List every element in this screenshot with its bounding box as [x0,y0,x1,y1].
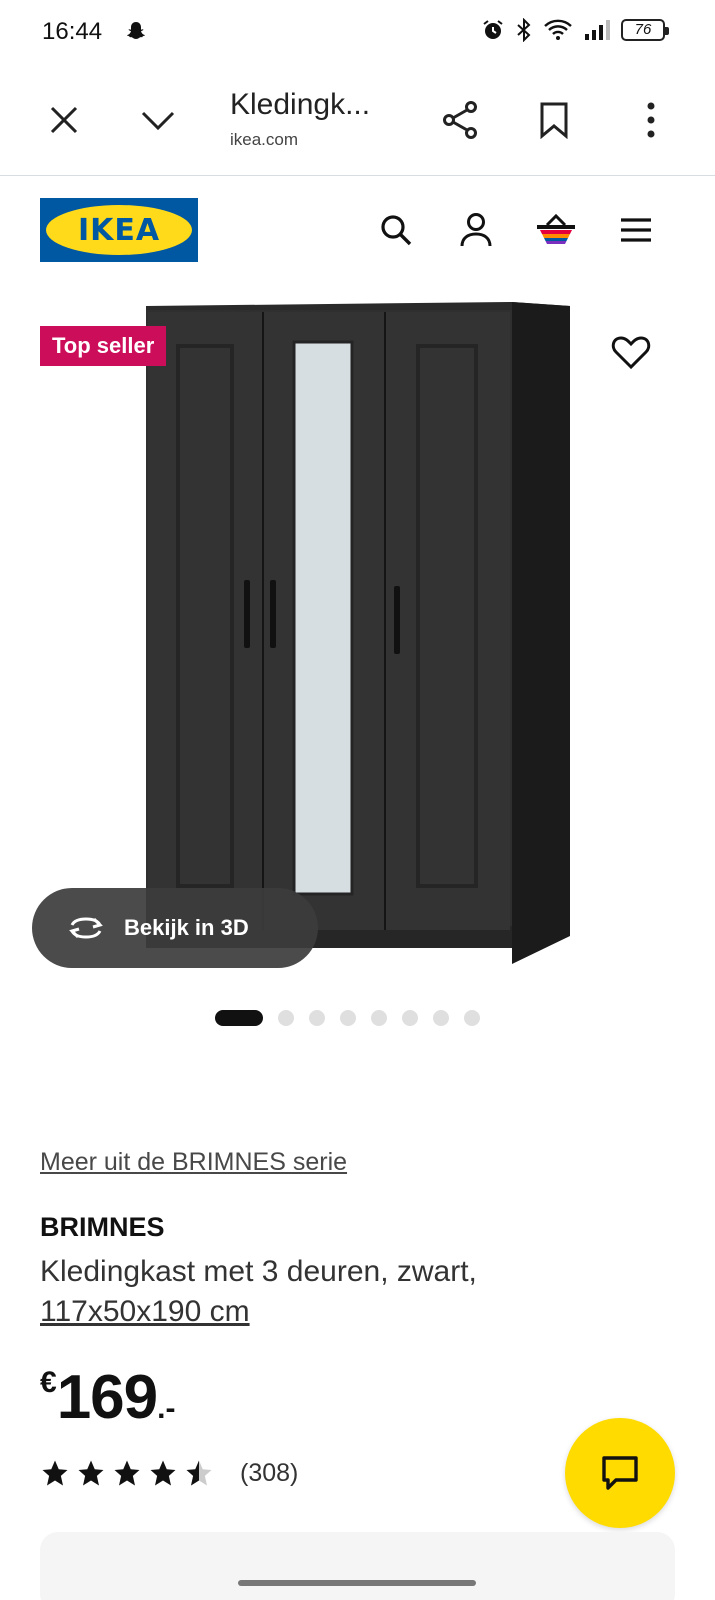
chat-icon [602,1456,638,1490]
star-full-icon [42,1460,68,1486]
page-title: Kledingk... [230,88,371,121]
product-price: €169.- [40,1362,175,1433]
alarm-icon [483,20,503,39]
search-icon[interactable] [372,206,420,254]
more-icon[interactable] [627,96,675,144]
home-indicator[interactable] [238,1580,476,1586]
ikea-logo[interactable]: IKEA [40,198,198,262]
product-description: Kledingkast met 3 deuren, zwart, 117x50x… [40,1252,600,1332]
account-icon[interactable] [452,206,500,254]
carousel-dot[interactable] [309,1010,325,1026]
status-icons: 76 [481,18,669,42]
chevron-down-icon[interactable] [134,96,182,144]
carousel-dot[interactable] [433,1010,449,1026]
logo-oval: IKEA [46,205,192,255]
product-gallery[interactable]: Top seller Bekijk in 3D [0,286,715,1038]
share-icon[interactable] [436,96,484,144]
carousel-dots[interactable] [0,1010,715,1026]
carousel-dot[interactable] [340,1010,356,1026]
product-dimensions-link[interactable]: 117x50x190 cm [40,1295,250,1328]
star-full-icon [114,1460,140,1486]
logo-text: IKEA [77,212,161,248]
favorite-heart-icon[interactable] [611,334,657,380]
star-half-icon [186,1460,212,1486]
carousel-dot[interactable] [464,1010,480,1026]
price-suffix: .- [157,1392,176,1425]
review-count: (308) [240,1458,299,1487]
product-description-text: Kledingkast met 3 deuren, zwart, [40,1255,477,1288]
view-3d-button[interactable]: Bekijk in 3D [32,888,318,968]
series-link[interactable]: Meer uit de BRIMNES serie [40,1148,347,1177]
bluetooth-icon [517,18,531,42]
rotate-3d-icon [69,917,103,939]
price-value: 169 [56,1363,158,1432]
chat-button[interactable] [565,1418,675,1528]
info-card[interactable] [40,1532,675,1600]
bookmark-icon[interactable] [530,96,578,144]
page-url: ikea.com [230,130,299,149]
status-bar: 16:44 76 [0,0,715,64]
product-name: BRIMNES [40,1212,165,1242]
wardrobe-image [146,302,570,964]
carousel-dot[interactable] [371,1010,387,1026]
star-full-icon [78,1460,104,1486]
wifi-icon [544,19,572,40]
star-full-icon [150,1460,176,1486]
carousel-dot[interactable] [402,1010,418,1026]
close-icon[interactable] [40,96,88,144]
cart-icon[interactable] [532,206,580,254]
snapchat-icon [127,22,145,39]
menu-icon[interactable] [612,206,660,254]
browser-toolbar: Kledingk... ikea.com [0,64,715,176]
status-time: 16:44 [42,18,103,45]
signal-icon [585,20,610,40]
carousel-dot[interactable] [215,1010,263,1026]
price-currency: € [40,1366,57,1399]
carousel-dot[interactable] [278,1010,294,1026]
battery-icon: 76 [621,19,669,41]
site-header: IKEA [0,176,715,286]
rating-row[interactable]: (308) [40,1458,298,1488]
view-3d-label: Bekijk in 3D [124,915,249,940]
top-seller-badge: Top seller [40,326,167,366]
